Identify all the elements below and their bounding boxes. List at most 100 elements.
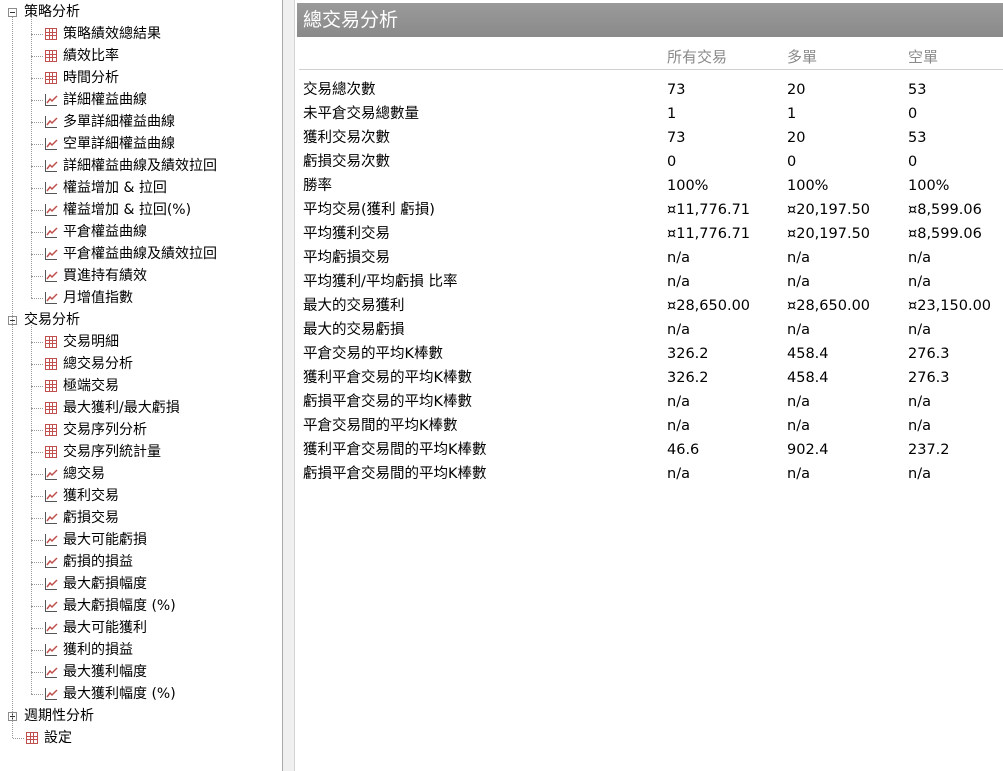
tree-item[interactable]: 平倉權益曲線及績效拉回 bbox=[0, 243, 280, 265]
row-label: 虧損平倉交易間的平均K棒數 bbox=[303, 466, 487, 482]
row-value: 237.2 bbox=[908, 442, 950, 458]
row-value: 1 bbox=[667, 106, 677, 122]
tree-item-label: 權益增加 & 拉回(%) bbox=[63, 202, 192, 218]
tree-item[interactable]: 極端交易 bbox=[0, 375, 280, 397]
tree-item[interactable]: 詳細權益曲線 bbox=[0, 89, 280, 111]
tree-item[interactable]: 虧損的損益 bbox=[0, 551, 280, 573]
tree-group-1[interactable]: 策略分析 bbox=[0, 1, 280, 23]
tree-item[interactable]: 獲利的損益 bbox=[0, 639, 280, 661]
tree-item-label: 最大獲利/最大虧損 bbox=[63, 400, 180, 416]
row-label: 最大的交易虧損 bbox=[303, 322, 405, 338]
tree-item[interactable]: 買進持有績效 bbox=[0, 265, 280, 287]
tree-group-2[interactable]: 交易分析 bbox=[0, 309, 280, 331]
tree-item-label: 虧損交易 bbox=[63, 510, 119, 526]
tree-connector-line bbox=[12, 17, 13, 738]
chart-icon bbox=[45, 292, 58, 304]
row-label: 虧損平倉交易的平均K棒數 bbox=[303, 394, 473, 410]
chart-icon bbox=[45, 160, 58, 172]
tree-item[interactable]: 策略績效總結果 bbox=[0, 23, 280, 45]
tree-item[interactable]: 空單詳細權益曲線 bbox=[0, 133, 280, 155]
tree-group-label: 交易分析 bbox=[24, 312, 80, 328]
row-value: 53 bbox=[908, 82, 927, 98]
tree-item[interactable]: 最大可能獲利 bbox=[0, 617, 280, 639]
tree-item[interactable]: 最大虧損幅度 bbox=[0, 573, 280, 595]
panel-splitter[interactable] bbox=[283, 0, 295, 771]
tree-connector-line bbox=[31, 325, 32, 694]
row-value: ¤8,599.06 bbox=[908, 202, 982, 218]
tree-connector-line bbox=[13, 738, 24, 739]
tree-item[interactable]: 總交易分析 bbox=[0, 353, 280, 375]
tree-item-label: 詳細權益曲線 bbox=[63, 92, 147, 108]
row-label: 平倉交易的平均K棒數 bbox=[303, 346, 444, 362]
tree-item[interactable]: 最大獲利/最大虧損 bbox=[0, 397, 280, 419]
tree-item-label: 交易序列統計量 bbox=[63, 444, 161, 460]
tree-item[interactable]: 平倉權益曲線 bbox=[0, 221, 280, 243]
row-value: 73 bbox=[667, 130, 686, 146]
chart-icon bbox=[45, 644, 58, 656]
tree-item-label: 時間分析 bbox=[63, 70, 119, 86]
tree-item-label: 最大虧損幅度 bbox=[63, 576, 147, 592]
chart-icon bbox=[45, 270, 58, 282]
row-label: 平均虧損交易 bbox=[303, 250, 390, 266]
tree-item-label: 買進持有績效 bbox=[63, 268, 147, 284]
tree-item[interactable]: 多單詳細權益曲線 bbox=[0, 111, 280, 133]
chart-icon bbox=[45, 534, 58, 546]
row-value: 20 bbox=[787, 130, 806, 146]
row-value: n/a bbox=[787, 394, 810, 410]
tree-item[interactable]: 月增值指數 bbox=[0, 287, 280, 309]
row-value: n/a bbox=[787, 274, 810, 290]
collapse-toggle-icon[interactable] bbox=[8, 8, 17, 17]
tree-item-label: 平倉權益曲線 bbox=[63, 224, 147, 240]
tree-item[interactable]: 最大虧損幅度 (%) bbox=[0, 595, 280, 617]
tree-item[interactable]: 虧損交易 bbox=[0, 507, 280, 529]
tree-item-label: 最大獲利幅度 (%) bbox=[63, 686, 176, 702]
table-row: 平均虧損交易 n/a n/a n/a bbox=[295, 246, 1003, 270]
tree-item[interactable]: 獲利交易 bbox=[0, 485, 280, 507]
tree-item[interactable]: 詳細權益曲線及績效拉回 bbox=[0, 155, 280, 177]
row-value: ¤23,150.00 bbox=[908, 298, 992, 314]
report-panel: 總交易分析 所有交易 多單 空單 交易總次數 73 20 53 未平倉交易總數量 1 1 0 獲… bbox=[295, 0, 1003, 771]
row-label: 平均獲利交易 bbox=[303, 226, 390, 242]
tree-item[interactable]: 最大可能虧損 bbox=[0, 529, 280, 551]
row-value: ¤20,197.50 bbox=[787, 202, 871, 218]
tree-item-label: 最大虧損幅度 (%) bbox=[63, 598, 176, 614]
tree-item[interactable]: 權益增加 & 拉回(%) bbox=[0, 199, 280, 221]
row-value: n/a bbox=[908, 466, 931, 482]
tree-item-label: 極端交易 bbox=[63, 378, 119, 394]
tree-item-label: 最大可能獲利 bbox=[63, 620, 147, 636]
tree-group-3[interactable]: 週期性分析 bbox=[0, 705, 280, 727]
column-header-short: 空單 bbox=[908, 48, 939, 66]
grid-icon bbox=[45, 28, 57, 40]
row-value: ¤28,650.00 bbox=[787, 298, 871, 314]
tree-item-label: 設定 bbox=[44, 730, 72, 746]
tree-item-settings[interactable]: 設定 bbox=[0, 727, 280, 749]
tree-item-label: 總交易 bbox=[63, 466, 105, 482]
tree-item[interactable]: 權益增加 & 拉回 bbox=[0, 177, 280, 199]
table-row: 虧損平倉交易間的平均K棒數 n/a n/a n/a bbox=[295, 462, 1003, 486]
row-value: n/a bbox=[908, 322, 931, 338]
table-row: 最大的交易虧損 n/a n/a n/a bbox=[295, 318, 1003, 342]
tree-item-label: 平倉權益曲線及績效拉回 bbox=[63, 246, 217, 262]
table-row: 獲利交易次數 73 20 53 bbox=[295, 126, 1003, 150]
tree-item[interactable]: 交易明細 bbox=[0, 331, 280, 353]
row-value: n/a bbox=[908, 418, 931, 434]
report-title: 總交易分析 bbox=[297, 3, 1003, 37]
tree-item[interactable]: 績效比率 bbox=[0, 45, 280, 67]
tree-item[interactable]: 交易序列統計量 bbox=[0, 441, 280, 463]
chart-icon bbox=[45, 600, 58, 612]
tree-item[interactable]: 最大獲利幅度 (%) bbox=[0, 683, 280, 705]
tree-item[interactable]: 最大獲利幅度 bbox=[0, 661, 280, 683]
tree-item[interactable]: 交易序列分析 bbox=[0, 419, 280, 441]
table-row: 平均交易(獲利 虧損) ¤11,776.71 ¤20,197.50 ¤8,599.06 bbox=[295, 198, 1003, 222]
row-value: 0 bbox=[667, 154, 677, 170]
row-value: 20 bbox=[787, 82, 806, 98]
chart-icon bbox=[45, 204, 58, 216]
tree-connector-line bbox=[31, 17, 32, 298]
row-value: ¤11,776.71 bbox=[667, 202, 751, 218]
tree-item[interactable]: 時間分析 bbox=[0, 67, 280, 89]
grid-icon bbox=[45, 424, 57, 436]
row-value: ¤8,599.06 bbox=[908, 226, 982, 242]
chart-icon bbox=[45, 666, 58, 678]
tree-item[interactable]: 總交易 bbox=[0, 463, 280, 485]
table-row: 平倉交易間的平均K棒數 n/a n/a n/a bbox=[295, 414, 1003, 438]
